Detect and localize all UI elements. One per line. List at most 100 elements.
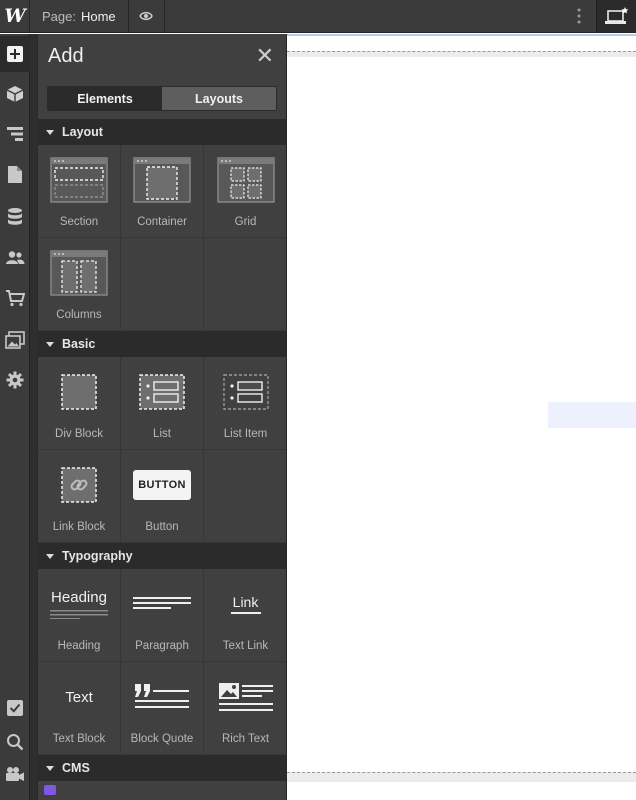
section-header-basic[interactable]: Basic [38, 331, 286, 357]
page-selector[interactable]: Page: Home [30, 0, 129, 32]
element-container[interactable]: Container [121, 145, 204, 238]
element-label: Text Block [52, 733, 106, 745]
element-label: Columns [56, 309, 102, 321]
video-icon [6, 767, 24, 781]
canvas-top-edge [287, 34, 636, 36]
panel-tabs: Elements Layouts [47, 86, 277, 111]
settings-button[interactable] [0, 362, 30, 398]
cms-elements-grid [38, 781, 286, 800]
element-label: Section [59, 216, 99, 228]
canvas-section-outline-top [287, 51, 636, 57]
link-block-icon [61, 467, 97, 503]
ecommerce-cart-icon [6, 290, 25, 307]
panel-title: Add [48, 44, 84, 67]
navigator-icon [7, 127, 23, 141]
element-section[interactable]: Section [38, 145, 121, 238]
element-text-link[interactable]: Link Text Link [204, 569, 286, 662]
element-label: List [153, 428, 171, 440]
close-icon[interactable]: ✕ [256, 45, 274, 67]
assets-button[interactable] [0, 322, 30, 358]
element-label: Rich Text [221, 733, 270, 745]
element-label: Block Quote [130, 733, 194, 745]
eye-icon [139, 11, 154, 21]
element-list-item[interactable]: List Item [204, 357, 286, 450]
settings-gear-icon [6, 371, 24, 389]
link-underline [230, 612, 261, 614]
element-label: List Item [223, 428, 268, 440]
layout-elements-grid: Section Container Grid Columns [38, 145, 286, 331]
ecommerce-button[interactable] [0, 280, 30, 316]
canvas-hover-highlight [548, 402, 636, 428]
cms-collection-icon[interactable] [44, 785, 56, 795]
kebab-menu-icon [577, 8, 581, 24]
link-icon-text: Link [232, 594, 259, 610]
element-div-block[interactable]: Div Block [38, 357, 121, 450]
element-label: Button [145, 521, 179, 533]
page-label: Page: [42, 8, 76, 24]
element-rich-text[interactable]: Rich Text [204, 662, 286, 755]
empty-cell [121, 238, 204, 331]
users-icon [6, 251, 25, 264]
block-quote-icon [135, 684, 189, 708]
section-title: CMS [62, 761, 90, 775]
panel-gutter [30, 34, 37, 800]
element-block-quote[interactable]: Block Quote [121, 662, 204, 755]
symbols-button[interactable] [0, 76, 30, 112]
preview-button[interactable] [129, 0, 165, 32]
tasks-button[interactable] [0, 690, 30, 726]
cms-button[interactable] [0, 198, 30, 234]
element-label: Paragraph [135, 640, 189, 652]
search-icon [7, 734, 24, 751]
users-button[interactable] [0, 240, 30, 276]
element-label: Link Block [52, 521, 106, 533]
element-text-block[interactable]: Text Text Block [38, 662, 121, 755]
section-title: Layout [62, 125, 103, 139]
design-canvas[interactable] [287, 34, 636, 800]
typography-elements-grid: Heading Heading Paragraph Link Text Link [38, 569, 286, 755]
section-title: Typography [62, 549, 133, 563]
text-icon-text: Text [65, 688, 93, 706]
video-tutorials-button[interactable] [0, 756, 30, 792]
search-button[interactable] [0, 724, 30, 760]
element-link-block[interactable]: Link Block [38, 450, 121, 543]
empty-cell [204, 238, 286, 331]
div-block-icon [61, 374, 97, 410]
element-list[interactable]: List [121, 357, 204, 450]
rich-text-icon [218, 683, 273, 711]
element-heading[interactable]: Heading Heading [38, 569, 121, 662]
navigator-button[interactable] [0, 116, 30, 152]
element-label: Text Link [222, 640, 269, 652]
element-grid[interactable]: Grid [204, 145, 286, 238]
assets-image-icon [5, 331, 25, 349]
section-icon [50, 157, 108, 203]
empty-cell [204, 450, 286, 543]
paragraph-icon [133, 597, 191, 609]
breakpoint-desktop-button[interactable] [596, 0, 636, 32]
webflow-logo-button[interactable]: W [0, 0, 30, 32]
box-icon [6, 86, 24, 102]
tab-layouts[interactable]: Layouts [162, 87, 276, 110]
pages-button[interactable] [0, 156, 30, 192]
section-title: Basic [62, 337, 96, 351]
element-label: Grid [234, 216, 257, 228]
columns-icon [50, 250, 108, 296]
more-options-button[interactable] [562, 0, 596, 32]
page-name: Home [80, 8, 116, 24]
section-header-layout[interactable]: Layout [38, 119, 286, 145]
top-bar: W Page: Home [0, 0, 636, 33]
element-label: Container [137, 216, 187, 228]
panel-header: Add ✕ [38, 34, 286, 78]
element-paragraph[interactable]: Paragraph [121, 569, 204, 662]
section-header-cms[interactable]: CMS [38, 755, 286, 781]
basic-elements-grid: Div Block List List Item Link Block BUTT… [38, 357, 286, 543]
add-icon [7, 46, 23, 62]
grid-icon [216, 157, 275, 203]
list-item-icon [222, 374, 269, 410]
section-header-typography[interactable]: Typography [38, 543, 286, 569]
laptop-star-icon [604, 7, 628, 24]
add-panel-button[interactable] [0, 36, 30, 72]
element-button[interactable]: BUTTON Button [121, 450, 204, 543]
element-columns[interactable]: Columns [38, 238, 121, 331]
tab-elements[interactable]: Elements [48, 87, 162, 110]
button-icon-text: BUTTON [138, 479, 186, 491]
